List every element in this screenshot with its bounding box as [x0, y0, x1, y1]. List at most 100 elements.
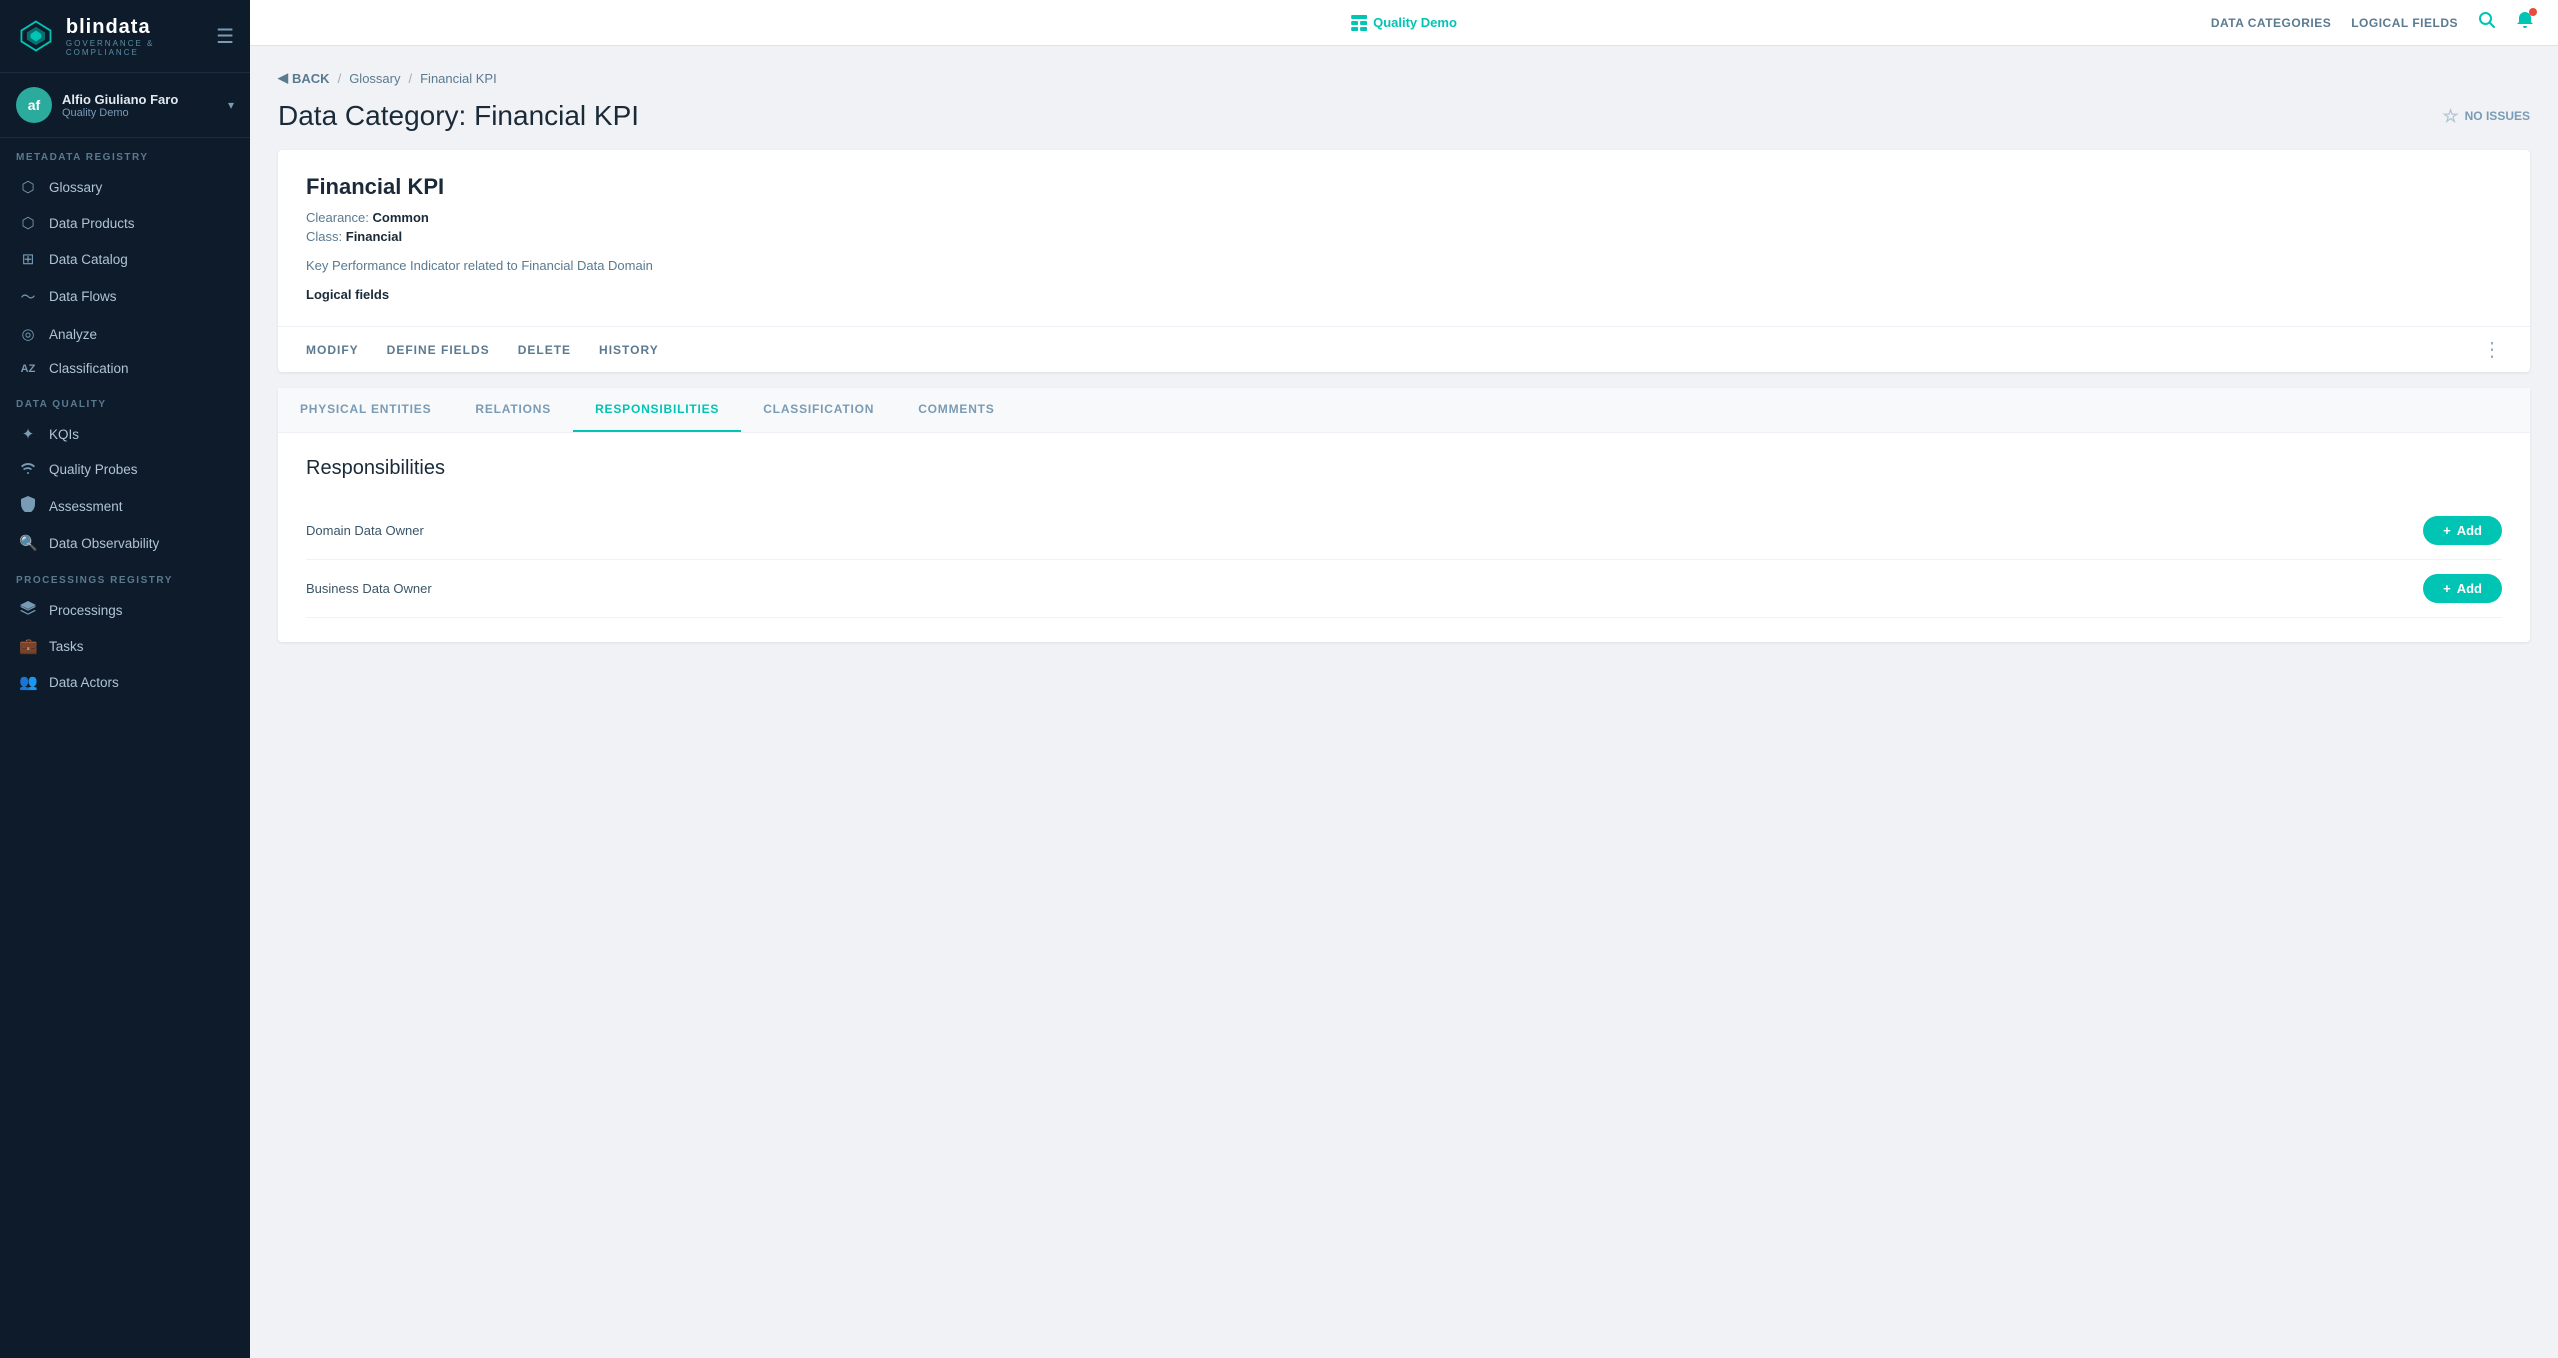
star-outline-icon: ✦	[19, 425, 37, 443]
add-domain-owner-button[interactable]: + Add	[2423, 516, 2502, 545]
entity-card-body: Financial KPI Clearance: Common Class: F…	[278, 150, 2530, 326]
business-data-owner-label: Business Data Owner	[306, 581, 432, 596]
sidebar-item-data-flows-label: Data Flows	[49, 289, 117, 304]
sidebar-header: blindata GOVERNANCE & COMPLIANCE ☰	[0, 0, 250, 73]
sidebar-item-classification[interactable]: AZ Classification	[0, 352, 250, 385]
logical-fields-link[interactable]: LOGICAL FIELDS	[2351, 16, 2458, 30]
more-options-icon[interactable]: ⋮	[2482, 337, 2502, 362]
clearance-label: Clearance:	[306, 210, 369, 225]
tab-physical-entities[interactable]: PHYSICAL ENTITIES	[278, 388, 453, 432]
page-content: ◀ BACK / Glossary / Financial KPI Data C…	[250, 46, 2558, 1358]
sidebar-item-kqis-label: KQIs	[49, 427, 79, 442]
shield-icon	[19, 496, 37, 516]
wave-icon: 〜	[19, 286, 37, 307]
resp-row-business: Business Data Owner + Add	[306, 560, 2502, 618]
sidebar-item-data-products-label: Data Products	[49, 216, 135, 231]
sidebar-item-processings-label: Processings	[49, 603, 123, 618]
breadcrumb-glossary[interactable]: Glossary	[349, 71, 400, 86]
notification-icon[interactable]	[2516, 11, 2534, 34]
users-icon: 👥	[19, 673, 37, 691]
topbar-workspace: Quality Demo	[1351, 15, 1457, 31]
logo-sub: GOVERNANCE & COMPLIANCE	[66, 39, 216, 57]
page-title-row: Data Category: Financial KPI ☆ NO ISSUES	[278, 100, 2530, 132]
page-title: Data Category: Financial KPI	[278, 100, 639, 132]
class-label: Class:	[306, 229, 342, 244]
briefcase-icon: 💼	[19, 637, 37, 655]
user-org: Quality Demo	[62, 107, 218, 119]
sidebar: blindata GOVERNANCE & COMPLIANCE ☰ af Al…	[0, 0, 250, 1358]
sidebar-item-tasks[interactable]: 💼 Tasks	[0, 628, 250, 664]
responsibilities-section: Responsibilities Domain Data Owner + Add…	[278, 433, 2530, 642]
back-arrow-icon: ◀	[278, 70, 288, 86]
hamburger-icon[interactable]: ☰	[216, 24, 234, 49]
hexagon-icon: ⬡	[19, 214, 37, 232]
delete-button[interactable]: DELETE	[518, 339, 571, 361]
entity-title: Financial KPI	[306, 174, 2502, 200]
user-section[interactable]: af Alfio Giuliano Faro Quality Demo ▾	[0, 73, 250, 138]
responsibilities-title: Responsibilities	[306, 457, 2502, 480]
section-label-metadata: METADATA REGISTRY	[0, 138, 250, 169]
section-label-quality: DATA QUALITY	[0, 385, 250, 416]
resp-row-domain: Domain Data Owner + Add	[306, 502, 2502, 560]
sidebar-item-classification-label: Classification	[49, 361, 129, 376]
sidebar-item-quality-probes[interactable]: Quality Probes	[0, 452, 250, 487]
sidebar-item-kqis[interactable]: ✦ KQIs	[0, 416, 250, 452]
back-button[interactable]: ◀ BACK	[278, 70, 330, 86]
add-domain-label: Add	[2457, 523, 2482, 538]
circle-dot-icon: ◎	[19, 325, 37, 343]
tab-comments[interactable]: COMMENTS	[896, 388, 1016, 432]
sidebar-item-glossary-label: Glossary	[49, 180, 102, 195]
sidebar-item-quality-probes-label: Quality Probes	[49, 462, 138, 477]
card-actions: MODIFY DEFINE FIELDS DELETE HISTORY ⋮	[278, 326, 2530, 372]
sidebar-item-data-flows[interactable]: 〜 Data Flows	[0, 277, 250, 316]
define-fields-button[interactable]: DEFINE FIELDS	[387, 339, 490, 361]
logo-icon	[16, 14, 56, 58]
main-area: Quality Demo DATA CATEGORIES LOGICAL FIE…	[250, 0, 2558, 1358]
user-name: Alfio Giuliano Faro	[62, 92, 218, 107]
sidebar-item-processings[interactable]: Processings	[0, 592, 250, 628]
grid-icon: ⊞	[19, 250, 37, 268]
star-icon[interactable]: ☆	[2443, 106, 2459, 127]
sidebar-item-glossary[interactable]: ⬡ Glossary	[0, 169, 250, 205]
plus-icon: +	[2443, 523, 2451, 538]
sidebar-item-assessment[interactable]: Assessment	[0, 487, 250, 525]
sidebar-item-data-observability-label: Data Observability	[49, 536, 159, 551]
sidebar-item-analyze-label: Analyze	[49, 327, 97, 342]
domain-data-owner-label: Domain Data Owner	[306, 523, 424, 538]
logo-area: blindata GOVERNANCE & COMPLIANCE	[16, 14, 216, 58]
logo-text-area: blindata GOVERNANCE & COMPLIANCE	[66, 16, 216, 57]
breadcrumb-sep-1: /	[338, 71, 342, 86]
sidebar-item-data-products[interactable]: ⬡ Data Products	[0, 205, 250, 241]
tab-relations[interactable]: RELATIONS	[453, 388, 573, 432]
search-icon[interactable]	[2478, 11, 2496, 34]
tab-responsibilities[interactable]: RESPONSIBILITIES	[573, 388, 741, 432]
clearance-line: Clearance: Common	[306, 210, 2502, 225]
quality-demo-label: Quality Demo	[1373, 15, 1457, 30]
notification-dot	[2529, 8, 2537, 16]
user-info: Alfio Giuliano Faro Quality Demo	[62, 92, 218, 119]
tab-classification[interactable]: CLASSIFICATION	[741, 388, 896, 432]
data-categories-link[interactable]: DATA CATEGORIES	[2211, 16, 2331, 30]
entity-description: Key Performance Indicator related to Fin…	[306, 258, 2502, 273]
sidebar-item-analyze[interactable]: ◎ Analyze	[0, 316, 250, 352]
chevron-down-icon: ▾	[228, 98, 234, 112]
breadcrumb-current: Financial KPI	[420, 71, 497, 86]
sidebar-item-data-actors[interactable]: 👥 Data Actors	[0, 664, 250, 700]
no-issues-label: NO ISSUES	[2465, 109, 2530, 123]
table-icon	[1351, 15, 1367, 31]
az-icon: AZ	[19, 363, 37, 375]
logical-fields-label: Logical fields	[306, 287, 2502, 302]
add-business-owner-button[interactable]: + Add	[2423, 574, 2502, 603]
topbar-right: DATA CATEGORIES LOGICAL FIELDS	[2211, 11, 2534, 34]
history-button[interactable]: HISTORY	[599, 339, 659, 361]
layers-icon	[19, 601, 37, 619]
clearance-value: Common	[373, 210, 429, 225]
tabs-card: PHYSICAL ENTITIES RELATIONS RESPONSIBILI…	[278, 388, 2530, 642]
sidebar-item-data-observability[interactable]: 🔍 Data Observability	[0, 525, 250, 561]
back-label: BACK	[292, 71, 330, 86]
section-label-processings: PROCESSINGS REGISTRY	[0, 561, 250, 592]
sidebar-item-assessment-label: Assessment	[49, 499, 123, 514]
sidebar-item-data-catalog[interactable]: ⊞ Data Catalog	[0, 241, 250, 277]
modify-button[interactable]: MODIFY	[306, 339, 359, 361]
puzzle-icon: ⬡	[19, 178, 37, 196]
